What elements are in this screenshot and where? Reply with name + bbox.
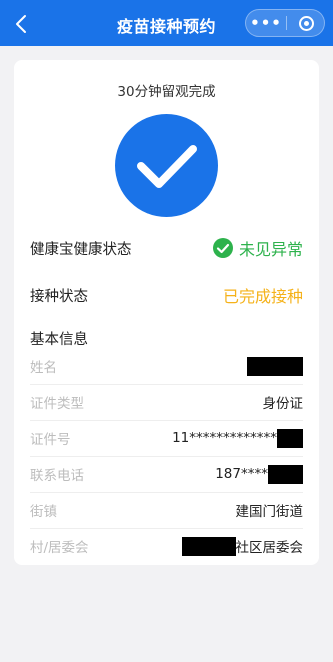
vaccination-status-row: 接种状态 已完成接种 [30,283,303,307]
info-label-name: 姓名 [30,360,57,376]
info-value-community: 社区居委会 [181,536,303,556]
top-navigation-bar: 疫苗接种预约 ••• [0,0,333,46]
vaccination-status-label: 接种状态 [30,288,88,305]
info-value-id-number: 11************* [172,428,303,448]
observation-status-text: 30分钟留观完成 [117,84,216,100]
info-label-community: 村/居委会 [30,540,89,556]
info-row-community: 村/居委会 社区居委会 [30,528,303,564]
info-row-phone: 联系电话 187**** [30,456,303,493]
info-row-id-number: 证件号 11************* [30,420,303,457]
info-row-name: 姓名 [30,348,303,385]
green-check-icon [212,238,233,258]
health-status-label: 健康宝健康状态 [30,241,132,258]
vaccination-status-value: 已完成接种 [222,287,303,306]
info-label-street: 街镇 [30,504,57,520]
info-label-id-type: 证件类型 [30,396,84,412]
info-value-name [247,356,303,376]
info-row-id-type: 证件类型 身份证 [30,384,303,421]
vaccination-card: 30分钟留观完成 健康宝健康状态 未见异常 接种状态 已完成接种 基本信息 姓名… [14,60,319,565]
more-dots-icon: ••• [250,13,282,32]
info-value-street: 建国门街道 [235,504,304,520]
redaction-block [181,536,236,556]
redaction-block [268,464,303,484]
health-status-value: 未见异常 [212,236,303,260]
mini-program-capsule: ••• [245,9,325,37]
check-circle-icon [115,114,218,217]
health-status-row: 健康宝健康状态 未见异常 [30,236,303,260]
info-row-street: 街镇 建国门街道 [30,492,303,529]
capsule-close-icon [298,15,314,31]
health-status-text: 未见异常 [238,240,303,259]
close-button[interactable] [286,10,326,36]
redaction-block [247,356,303,376]
info-label-id-number: 证件号 [30,432,71,448]
redaction-block [277,428,303,448]
info-value-id-type: 身份证 [262,396,304,412]
basic-info-title: 基本信息 [30,332,88,348]
info-value-phone: 187**** [215,464,303,484]
info-label-phone: 联系电话 [30,468,84,484]
more-button[interactable]: ••• [246,10,286,36]
